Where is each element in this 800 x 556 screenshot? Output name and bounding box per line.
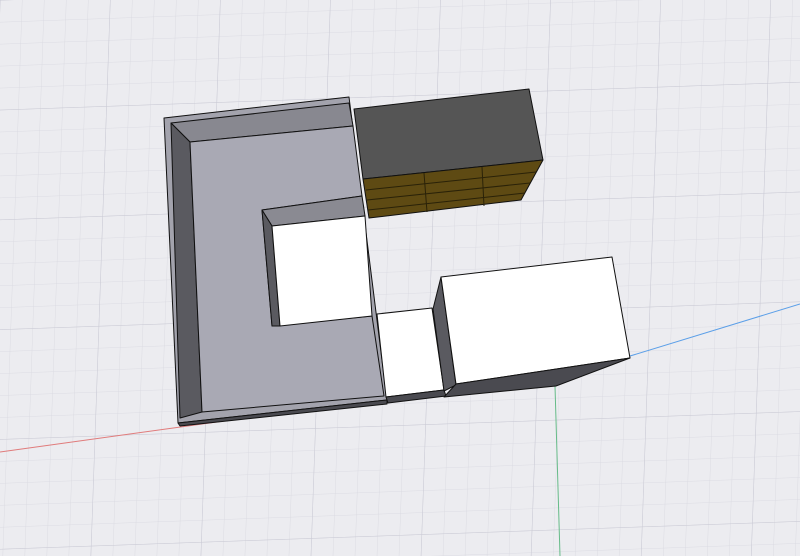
ground-grid bbox=[0, 0, 800, 556]
c-shaped-counter[interactable] bbox=[163, 96, 388, 427]
dark-cabinet[interactable] bbox=[353, 88, 544, 219]
3d-viewport[interactable] bbox=[0, 0, 800, 556]
small-box-top bbox=[376, 307, 445, 398]
scene-canvas[interactable] bbox=[0, 0, 800, 556]
counter-cutout-floor bbox=[271, 215, 373, 327]
